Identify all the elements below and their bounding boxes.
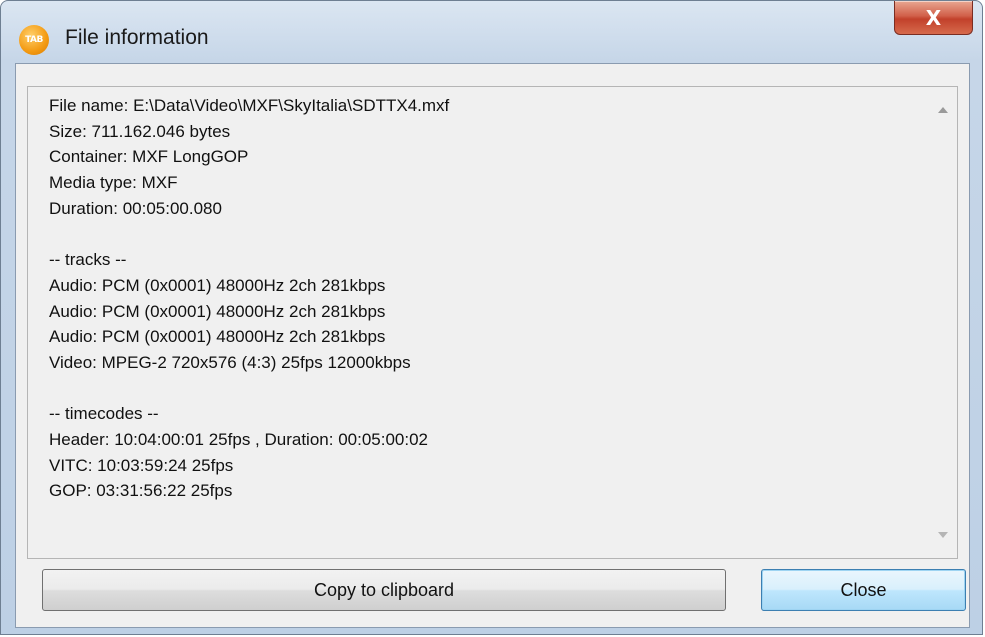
copy-to-clipboard-button[interactable]: Copy to clipboard [42,569,726,611]
vertical-scrollbar[interactable] [929,87,957,558]
info-line-vitc-timecode: VITC: 10:03:59:24 25fps [49,455,234,475]
close-button[interactable]: Close [761,569,966,611]
info-line-video-track: Video: MPEG-2 720x576 (4:3) 25fps 12000k… [49,352,411,372]
file-info-textbox[interactable]: File name: E:\Data\Video\MXF\SkyItalia\S… [27,86,958,559]
app-logo-icon: TAB [19,25,49,55]
info-line-container: Container: MXF LongGOP [49,147,249,167]
scroll-up-arrow-icon[interactable] [938,107,948,113]
info-line-media-type: Media type: MXF [49,173,178,193]
window-close-button[interactable]: X [894,1,973,35]
info-line-gop-timecode: GOP: 03:31:56:22 25fps [49,481,233,501]
info-line-header-timecode: Header: 10:04:00:01 25fps , Duration: 00… [49,429,428,449]
info-line-tracks-header: -- tracks -- [49,250,127,270]
info-line-timecodes-header: -- timecodes -- [49,404,159,424]
title-bar[interactable]: TAB File information X [1,1,982,63]
info-line-audio-track: Audio: PCM (0x0001) 48000Hz 2ch 281kbps [49,275,386,295]
info-line-file-name: File name: E:\Data\Video\MXF\SkyItalia\S… [49,96,450,115]
info-line-duration: Duration: 00:05:00.080 [49,198,222,218]
file-info-text: File name: E:\Data\Video\MXF\SkyItalia\S… [49,93,929,504]
info-line-blank [49,376,929,402]
window-title: File information [65,26,209,49]
info-line-blank [49,221,929,247]
info-line-size: Size: 711.162.046 bytes [49,121,231,141]
scroll-down-arrow-icon[interactable] [938,532,948,538]
file-information-dialog: TAB File information X File name: E:\Dat… [0,0,983,635]
info-line-audio-track: Audio: PCM (0x0001) 48000Hz 2ch 281kbps [49,301,386,321]
info-line-audio-track: Audio: PCM (0x0001) 48000Hz 2ch 281kbps [49,327,386,347]
dialog-body: File name: E:\Data\Video\MXF\SkyItalia\S… [15,63,970,628]
